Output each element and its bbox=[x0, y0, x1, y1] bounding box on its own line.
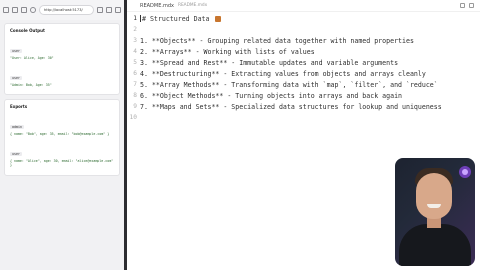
editor-line[interactable]: 2 bbox=[127, 24, 480, 35]
line-text: # Structured Data bbox=[142, 14, 214, 23]
line-number: 8 bbox=[133, 92, 137, 99]
editor-line[interactable]: 10 bbox=[127, 112, 480, 123]
export-entry: user { name: "Alice", age: 30, email: "a… bbox=[10, 140, 114, 168]
line-text: 3. **Spread and Rest** - Immutable updat… bbox=[140, 58, 399, 67]
webcam-overlay bbox=[395, 158, 475, 266]
line-number: 9 bbox=[133, 103, 137, 110]
console-entry-tag: user bbox=[10, 75, 22, 80]
line-number: 6 bbox=[133, 70, 137, 77]
export-entry: admin { name: "Bob", age: 35, email: "bo… bbox=[10, 113, 114, 137]
text-cursor bbox=[140, 15, 141, 22]
exports-title: Exports bbox=[10, 104, 28, 110]
export-entry-value: { name: "Bob", age: 35, email: "bob@exam… bbox=[10, 132, 110, 137]
export-entry-tag: user bbox=[10, 151, 22, 156]
line-text: 1. **Objects** - Grouping related data t… bbox=[140, 36, 414, 45]
exports-card: Exports admin { name: "Bob", age: 35, em… bbox=[4, 99, 120, 176]
line-number: 7 bbox=[133, 81, 137, 88]
export-entry-value: { name: "Alice", age: 30, email: "alice@… bbox=[10, 158, 116, 168]
presenter-shirt bbox=[399, 224, 471, 266]
package-emoji-icon bbox=[215, 15, 222, 22]
editor-line[interactable]: 4 2. **Arrays** - Working with lists of … bbox=[127, 46, 480, 57]
line-number: 2 bbox=[133, 26, 137, 33]
line-text: 5. **Array Methods** - Transforming data… bbox=[140, 80, 438, 89]
tab-label: README.mdx bbox=[140, 2, 174, 9]
editor-line[interactable]: 7 5. **Array Methods** - Transforming da… bbox=[127, 79, 480, 90]
reload-icon[interactable] bbox=[30, 7, 36, 13]
share-icon[interactable] bbox=[106, 7, 112, 13]
more-actions-icon[interactable] bbox=[469, 3, 474, 8]
editor-actions bbox=[460, 3, 474, 8]
editor-line[interactable]: 6 4. **Destructuring** - Extracting valu… bbox=[127, 68, 480, 79]
console-entry: user "User: Alice, Age: 30" bbox=[10, 37, 114, 61]
line-number: 3 bbox=[133, 37, 137, 44]
console-entry: user "Admin: Bob, Age: 35" bbox=[10, 64, 114, 88]
presenter-smile bbox=[427, 204, 441, 208]
console-entry-value: "Admin: Bob, Age: 35" bbox=[10, 82, 52, 87]
export-entry-tag: admin bbox=[10, 125, 24, 130]
line-text: 6. **Object Methods** - Turning objects … bbox=[140, 91, 403, 100]
browser-toolbar: http://localhost:5173/ bbox=[0, 0, 124, 20]
forward-icon[interactable] bbox=[21, 7, 27, 13]
tab-description: README.mdx bbox=[177, 3, 208, 8]
address-bar[interactable]: http://localhost:5173/ bbox=[39, 5, 94, 15]
back-icon[interactable] bbox=[12, 7, 18, 13]
more-icon[interactable] bbox=[115, 7, 121, 13]
line-number: 1 bbox=[133, 15, 137, 22]
page-content: Console Output user "User: Alice, Age: 3… bbox=[0, 20, 124, 270]
line-number: 4 bbox=[133, 48, 137, 55]
editor-line[interactable]: 8 6. **Object Methods** - Turning object… bbox=[127, 90, 480, 101]
presenter-face bbox=[416, 173, 452, 219]
editor-line[interactable]: 5 3. **Spread and Rest** - Immutable upd… bbox=[127, 57, 480, 68]
bookmark-icon[interactable] bbox=[97, 7, 103, 13]
line-number: 5 bbox=[133, 59, 137, 66]
console-entry-tag: user bbox=[10, 49, 22, 53]
line-text: 7. **Maps and Sets** - Specialized data … bbox=[140, 102, 442, 111]
console-entry-value: "User: Alice, Age: 30" bbox=[10, 56, 54, 60]
editor-tab[interactable]: README.mdx README.mdx bbox=[127, 0, 480, 12]
line-text: 4. **Destructuring** - Extracting values… bbox=[140, 69, 426, 78]
editor-line[interactable]: 1 # Structured Data bbox=[127, 13, 480, 24]
browser-pane: http://localhost:5173/ Console Output us… bbox=[0, 0, 124, 270]
editor-text-area[interactable]: 1 # Structured Data 2 3 1. **Objects** -… bbox=[127, 13, 480, 123]
console-output-title: Console Output bbox=[10, 28, 45, 33]
editor-line[interactable]: 9 7. **Maps and Sets** - Specialized dat… bbox=[127, 101, 480, 112]
sidebar-toggle-icon[interactable] bbox=[3, 7, 9, 13]
split-editor-icon[interactable] bbox=[460, 3, 465, 8]
background-light-glow bbox=[462, 169, 468, 175]
line-number: 10 bbox=[129, 114, 137, 121]
line-text: 2. **Arrays** - Working with lists of va… bbox=[140, 47, 315, 56]
editor-line[interactable]: 3 1. **Objects** - Grouping related data… bbox=[127, 35, 480, 46]
console-output-card: Console Output user "User: Alice, Age: 3… bbox=[4, 23, 120, 96]
